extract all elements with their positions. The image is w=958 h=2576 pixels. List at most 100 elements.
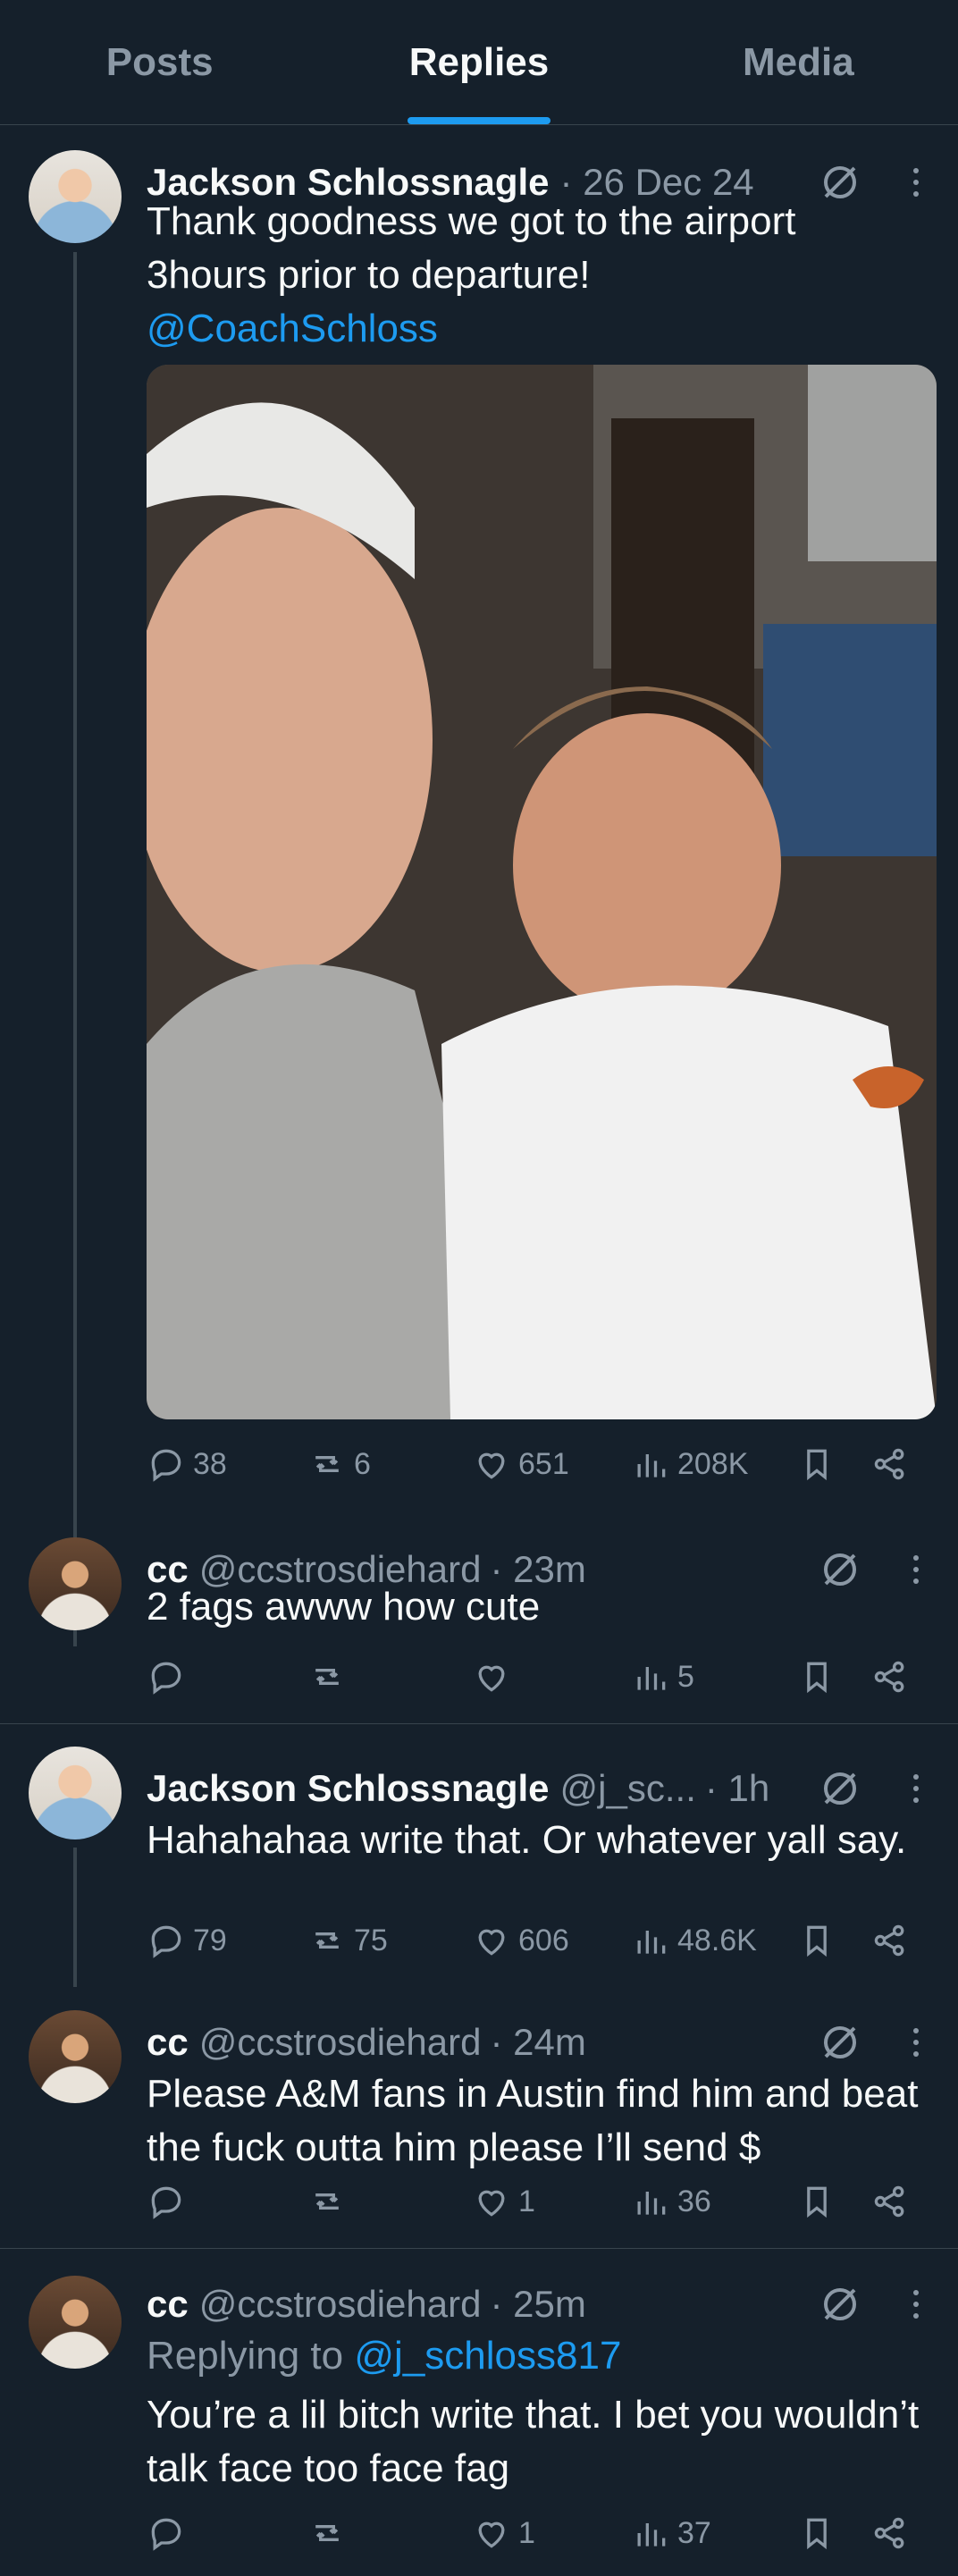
replying-to-link[interactable]: @j_schloss817 — [354, 2334, 621, 2378]
tab-replies-label: Replies — [408, 39, 550, 84]
tab-media[interactable]: Media — [639, 0, 958, 124]
views-button[interactable]: 208K — [631, 1439, 748, 1489]
tweet-text: Please A&M fans in Austin find him and b… — [147, 2072, 919, 2169]
bookmark-button[interactable] — [797, 1439, 836, 1489]
author-handle[interactable]: @j_sc... — [560, 1767, 696, 1810]
views-icon — [637, 1667, 666, 1690]
avatar[interactable] — [29, 2010, 122, 2103]
timestamp[interactable]: · 1h — [705, 1767, 769, 1810]
reply-icon — [151, 2518, 181, 2551]
repost-button[interactable] — [307, 2508, 354, 2558]
author-handle[interactable]: @ccstrosdiehard — [199, 2021, 482, 2064]
tab-media-label: Media — [742, 39, 854, 84]
tweet-actions: 5 — [147, 1652, 929, 1702]
like-button[interactable]: 651 — [472, 1439, 569, 1489]
share-button[interactable] — [870, 2508, 910, 2558]
grok-icon[interactable] — [819, 2021, 861, 2064]
bookmark-icon — [807, 2186, 827, 2218]
bookmark-icon — [807, 2518, 827, 2550]
repost-icon — [315, 1669, 339, 1685]
view-count: 36 — [677, 2184, 711, 2218]
like-button[interactable] — [472, 1652, 518, 1702]
replying-to-line: Replying to @j_schloss817 — [147, 2329, 922, 2383]
tweet-5[interactable]: cc @ccstrosdiehard · 25m Replying to @j_… — [0, 2249, 958, 2576]
bookmark-icon — [807, 1449, 827, 1481]
more-options-icon[interactable] — [903, 1767, 929, 1810]
view-count: 208K — [677, 1446, 749, 1481]
share-button[interactable] — [870, 1439, 910, 1489]
share-button[interactable] — [870, 2176, 910, 2227]
share-icon — [874, 1924, 904, 1957]
avatar[interactable] — [29, 2276, 122, 2369]
tweet-text: Hahahahaa write that. Or whatever yall s… — [147, 1818, 907, 1862]
view-count: 48.6K — [677, 1923, 757, 1957]
views-button[interactable]: 37 — [631, 2508, 711, 2558]
bookmark-button[interactable] — [797, 2508, 836, 2558]
reply-button[interactable] — [147, 2508, 193, 2558]
views-button[interactable]: 36 — [631, 2176, 711, 2227]
repost-icon — [315, 2525, 339, 2541]
avatar[interactable] — [29, 150, 122, 243]
reply-icon — [151, 1449, 181, 1482]
repost-button[interactable]: 75 — [307, 1915, 388, 1966]
views-button[interactable]: 48.6K — [631, 1915, 757, 1966]
tweet-2[interactable]: cc @ccstrosdiehard · 23m 2 fags awww how… — [0, 1520, 958, 1723]
avatar[interactable] — [29, 1747, 122, 1839]
timestamp[interactable]: · 25m — [490, 2283, 585, 2326]
views-icon — [637, 2192, 666, 2215]
author-handle[interactable]: @ccstrosdiehard — [199, 2283, 482, 2326]
share-icon — [874, 2185, 904, 2218]
heart-icon — [478, 1929, 505, 1956]
repost-icon — [315, 2193, 339, 2210]
heart-icon — [478, 1452, 505, 1479]
share-icon — [874, 1448, 904, 1480]
reply-icon — [151, 2186, 181, 2219]
share-button[interactable] — [870, 1652, 910, 1702]
tab-replies[interactable]: Replies — [319, 0, 638, 124]
heart-icon — [478, 1665, 505, 1692]
repost-button[interactable] — [307, 2176, 354, 2227]
bookmark-button[interactable] — [797, 1652, 836, 1702]
repost-icon — [315, 1456, 339, 1472]
views-button[interactable]: 5 — [631, 1652, 694, 1702]
like-count: 1 — [518, 2184, 535, 2218]
like-button[interactable]: 1 — [472, 2508, 535, 2558]
share-button[interactable] — [870, 1915, 910, 1966]
tweet-text: You’re a lil bitch write that. I bet you… — [147, 2393, 920, 2490]
bookmark-button[interactable] — [797, 2176, 836, 2227]
more-options-icon[interactable] — [903, 2283, 929, 2326]
author-name[interactable]: Jackson Schlossnagle — [147, 1767, 550, 1810]
views-icon — [637, 1931, 666, 1954]
tweet-actions: 1 36 — [147, 2176, 929, 2227]
repost-button[interactable] — [307, 1652, 354, 1702]
like-button[interactable]: 606 — [472, 1915, 569, 1966]
share-icon — [874, 1661, 904, 1693]
grok-icon[interactable] — [819, 2283, 861, 2326]
reply-button[interactable] — [147, 1652, 193, 1702]
bookmark-icon — [807, 1662, 827, 1694]
author-name[interactable]: cc — [147, 2021, 189, 2064]
author-name[interactable]: cc — [147, 2283, 189, 2326]
thread-line — [73, 1848, 77, 1987]
tweet-1[interactable]: Jackson Schlossnagle · 26 Dec 24 Thank g… — [0, 125, 958, 1646]
reply-button[interactable]: 79 — [147, 1915, 227, 1966]
bookmark-button[interactable] — [797, 1915, 836, 1966]
grok-icon[interactable] — [819, 1767, 861, 1810]
tweet-text: 2 fags awww how cute — [147, 1585, 541, 1629]
reply-button[interactable] — [147, 2176, 193, 2227]
repost-count: 75 — [354, 1923, 388, 1957]
mention-link[interactable]: @CoachSchloss — [147, 302, 922, 356]
like-button[interactable]: 1 — [472, 2176, 535, 2227]
reply-button[interactable]: 38 — [147, 1439, 227, 1489]
timestamp[interactable]: · 24m — [490, 2021, 585, 2064]
tweet-3[interactable]: Jackson Schlossnagle @j_sc... · 1h Hahah… — [0, 1724, 958, 1987]
tweet-body: Thank goodness we got to the airport 3ho… — [147, 199, 796, 297]
more-options-icon[interactable] — [903, 2021, 929, 2064]
views-icon — [637, 1454, 666, 1477]
tab-posts[interactable]: Posts — [0, 0, 319, 124]
tweet-header: Jackson Schlossnagle @j_sc... · 1h — [147, 1762, 929, 1815]
repost-button[interactable]: 6 — [307, 1439, 371, 1489]
tweet-photo[interactable] — [147, 365, 937, 1419]
tweet-4[interactable]: cc @ccstrosdiehard · 24m Please A&M fans… — [0, 1983, 958, 2248]
avatar[interactable] — [29, 1537, 122, 1630]
